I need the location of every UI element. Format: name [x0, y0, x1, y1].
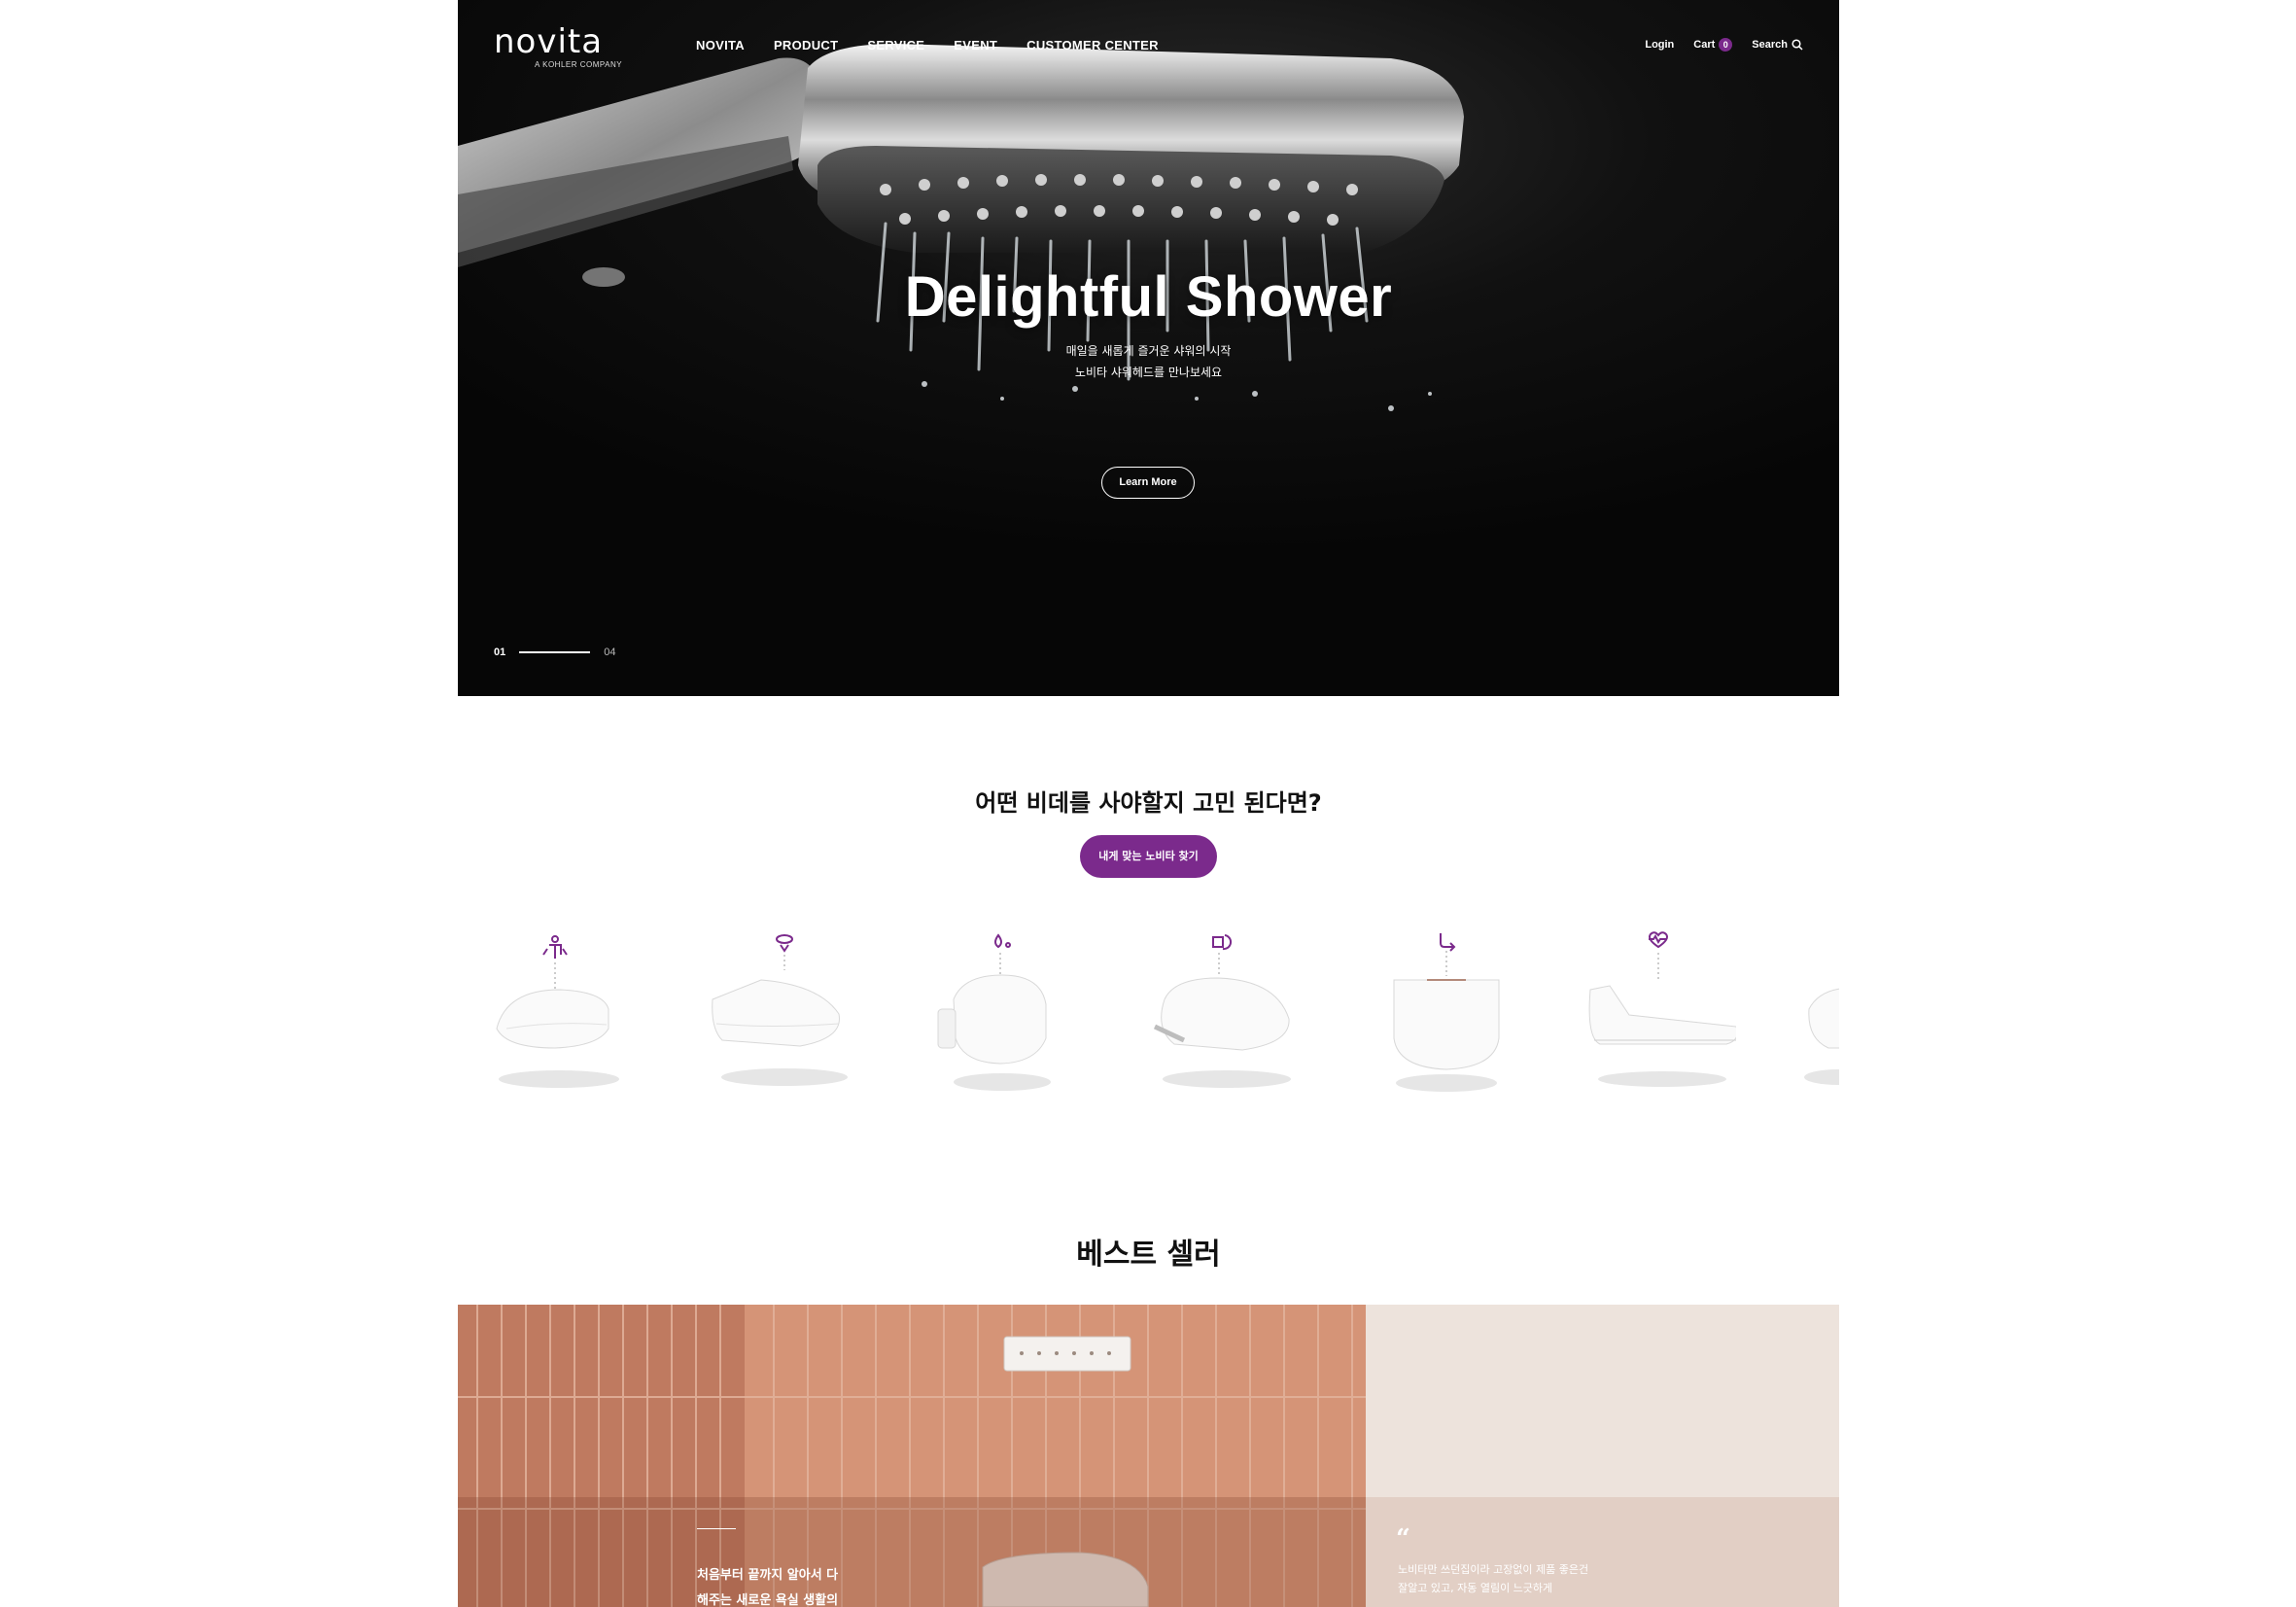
best-seller-copy: 처음부터 끝까지 알아서 다 해주는 새로운 욕실 생활의: [697, 1563, 838, 1607]
search-link[interactable]: Search: [1752, 39, 1803, 51]
hero-desc-line-2: 노비타 샤워헤드를 만나보세요: [1074, 366, 1223, 379]
divider-line: [697, 1528, 736, 1529]
review-text: 노비타만 쓰던집이라 고장없이 제품 좋은건 잘알고 있고, 자동 열림이 느긋…: [1398, 1560, 1588, 1597]
nav-item-product[interactable]: PRODUCT: [774, 38, 838, 52]
nav-item-service[interactable]: SERVICE: [867, 38, 924, 52]
top-navigation: novita A KOHLER COMPANY NOVITA PRODUCT S…: [458, 0, 1839, 92]
best-seller-title: 베스트 셀러: [1076, 1238, 1221, 1272]
search-label: Search: [1752, 39, 1788, 51]
quote-icon: “: [1396, 1524, 1410, 1554]
pager-progress-bar: [519, 651, 591, 653]
remote-control-panel: [1003, 1336, 1131, 1372]
nozzle-icon: [776, 934, 793, 953]
hero-title: Delightful Shower: [904, 265, 1393, 329]
cart-count-badge: 0: [1719, 38, 1733, 52]
arrow-return-icon: [1440, 933, 1456, 952]
main-menu: NOVITA PRODUCT SERVICE EVENT CUSTOMER CE…: [696, 38, 1159, 52]
logo-tagline: A KOHLER COMPANY: [535, 60, 623, 69]
bidet-product-7[interactable]: [1799, 931, 1839, 1106]
best-copy-line-1: 처음부터 끝까지 알아서 다: [697, 1568, 839, 1583]
learn-more-button[interactable]: Learn More: [1101, 467, 1195, 499]
nav-item-event[interactable]: EVENT: [954, 38, 997, 52]
utility-menu: Login Cart 0 Search: [1645, 38, 1803, 52]
hero-description: 매일을 새롭게 즐거운 샤워의 시작 노비타 샤워헤드를 만나보세요: [458, 340, 1839, 383]
review-line-1: 노비타만 쓰던집이라 고장없이 제품 좋은건: [1398, 1563, 1589, 1576]
slide-pager[interactable]: 01 04: [494, 646, 616, 658]
pager-current: 01: [494, 646, 506, 658]
bidet-product-1[interactable]: [477, 931, 633, 1106]
bidet-product-4[interactable]: [1145, 931, 1301, 1106]
hero-desc-line-1: 매일을 새롭게 즐거운 샤워의 시작: [1065, 344, 1232, 358]
find-my-novita-button[interactable]: 내게 맞는 노비타 찾기: [1080, 835, 1217, 878]
finder-title: 어떤 비데를 사야할지 고민 된다면?: [975, 789, 1322, 817]
nav-item-customer-center[interactable]: CUSTOMER CENTER: [1026, 38, 1159, 52]
person-icon: [542, 935, 568, 959]
bathroom-image: [458, 1305, 1366, 1607]
review-line-2: 잘알고 있고, 자동 열림이 느긋하게: [1398, 1582, 1553, 1594]
login-link[interactable]: Login: [1645, 39, 1674, 51]
cart-label: Cart: [1693, 39, 1716, 51]
water-drop-icon: [994, 933, 1011, 949]
page: novita A KOHLER COMPANY NOVITA PRODUCT S…: [458, 0, 1839, 1607]
bidet-product-row: [458, 931, 1839, 1106]
cart-link[interactable]: Cart 0: [1693, 38, 1733, 52]
bidet-product-5[interactable]: [1369, 931, 1524, 1106]
heart-pulse-icon: [1649, 931, 1668, 949]
hero-banner[interactable]: novita A KOHLER COMPANY NOVITA PRODUCT S…: [458, 0, 1839, 696]
bidet-product-2[interactable]: [703, 931, 858, 1106]
left-overlay: [458, 1497, 1366, 1607]
nav-item-novita[interactable]: NOVITA: [696, 38, 745, 52]
logo-wordmark: novita: [494, 22, 604, 61]
lock-refresh-icon: [1212, 934, 1233, 951]
search-icon: [1792, 39, 1803, 51]
best-seller-banner[interactable]: [458, 1305, 1839, 1607]
best-copy-line-2: 해주는 새로운 욕실 생활의: [697, 1593, 839, 1607]
bidet-product-3[interactable]: [924, 931, 1080, 1106]
pager-total: 04: [604, 646, 616, 658]
bidet-product-6[interactable]: [1581, 931, 1736, 1106]
novita-logo[interactable]: novita A KOHLER COMPANY: [494, 25, 622, 69]
